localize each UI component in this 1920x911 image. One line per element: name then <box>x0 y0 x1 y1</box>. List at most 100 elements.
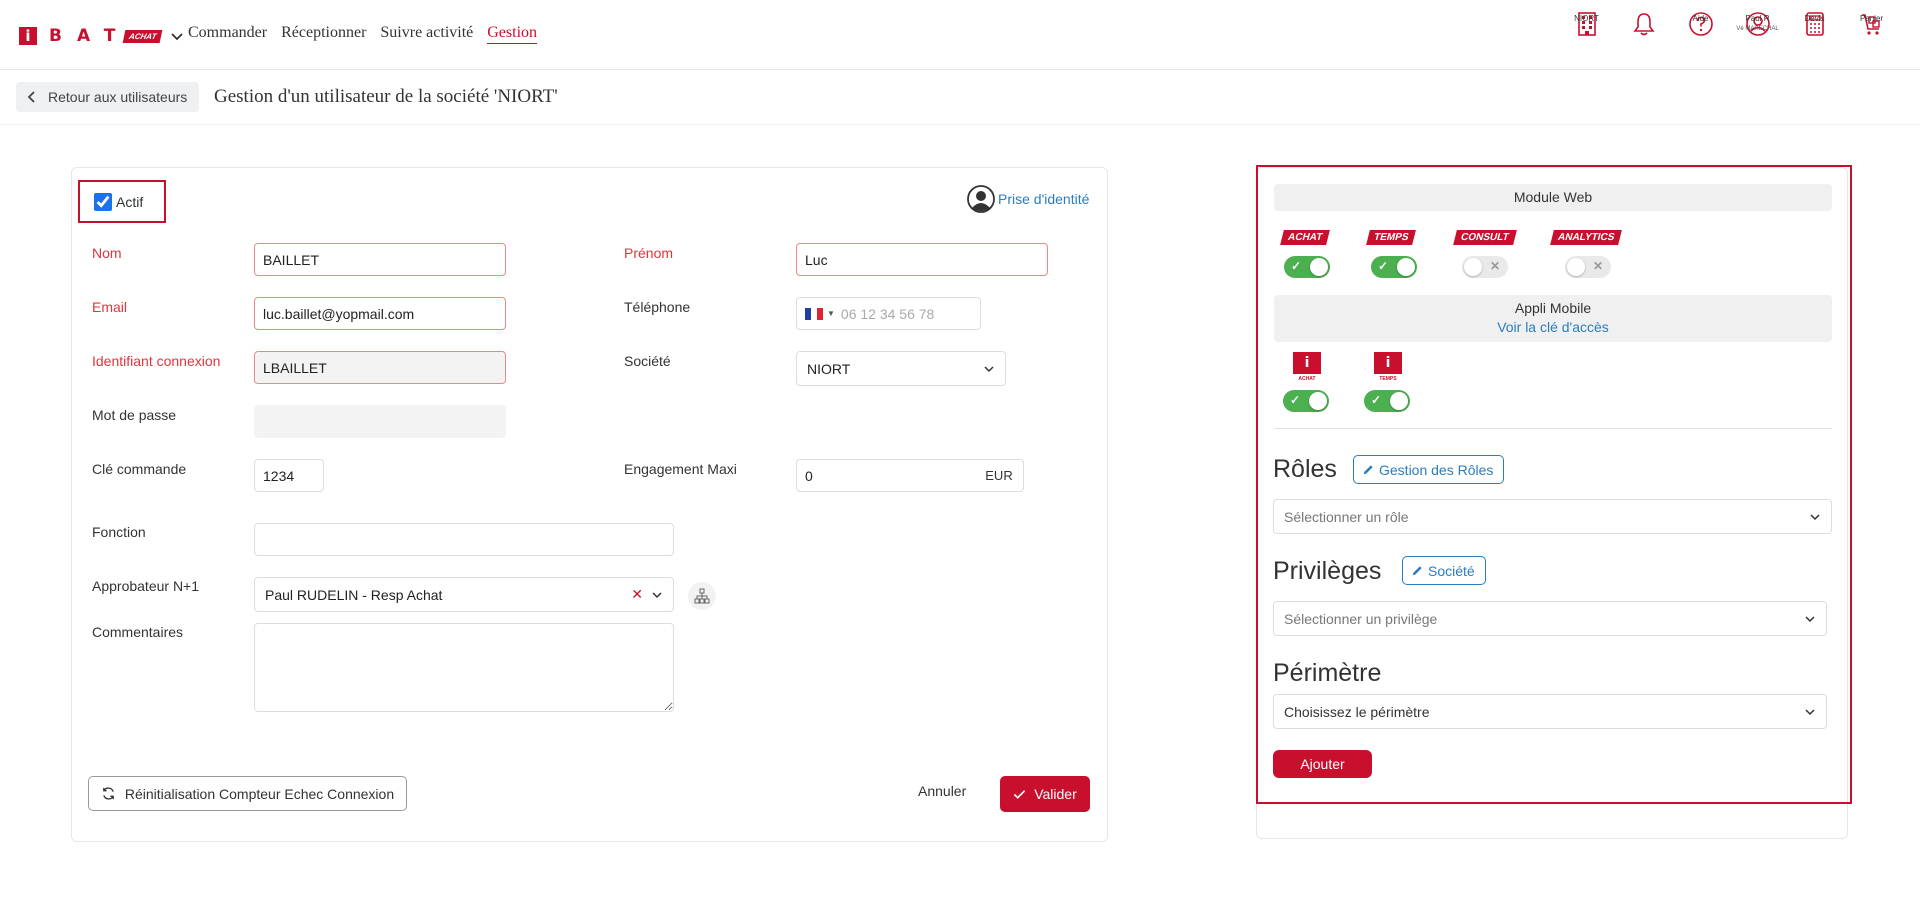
app-temps-logo: i <box>1374 352 1402 374</box>
logo-mark: i <box>19 27 37 45</box>
password-input[interactable] <box>254 405 506 438</box>
sub-header: Retour aux utilisateurs Gestion d'un uti… <box>0 70 1920 125</box>
main-nav: Commander Réceptionner Suivre activité G… <box>188 24 538 44</box>
quotes-button[interactable]: Devis <box>1786 10 1843 38</box>
manage-roles-button[interactable]: Gestion des Rôles <box>1353 455 1505 484</box>
company-button[interactable]: NIORT <box>1558 10 1615 38</box>
access-key-link[interactable]: Voir la clé d'accès <box>1274 319 1832 335</box>
telephone-input[interactable]: ▼ 06 12 34 56 78 <box>796 297 981 330</box>
chevron-down-icon[interactable] <box>170 29 184 43</box>
nav-gestion[interactable]: Gestion <box>487 24 538 44</box>
toggle-knob <box>1567 258 1585 276</box>
module-web-header: Module Web <box>1274 184 1832 211</box>
nom-input[interactable]: BAILLET <box>254 243 506 276</box>
toggle-knob <box>1310 258 1328 276</box>
chevron-down-icon[interactable] <box>651 589 663 601</box>
prenom-input[interactable]: Luc <box>796 243 1048 276</box>
panel-divider <box>1274 428 1832 429</box>
app-temps-toggle[interactable]: ✓ <box>1364 390 1410 412</box>
clear-icon[interactable]: ✕ <box>631 586 643 603</box>
role-select[interactable]: Sélectionner un rôle <box>1273 499 1832 534</box>
approbateur-value: Paul RUDELIN - Resp Achat <box>265 586 443 603</box>
commentaires-textarea[interactable] <box>254 623 674 712</box>
privileges-title: Privilèges <box>1273 557 1382 585</box>
company-privileges-label: Société <box>1428 562 1475 579</box>
notifications-button[interactable] <box>1615 10 1672 38</box>
app-achat-logo: i <box>1293 352 1321 374</box>
privilege-select[interactable]: Sélectionner un privilège <box>1273 601 1827 636</box>
password-label: Mot de passe <box>92 407 177 423</box>
nom-label: Nom <box>92 245 122 261</box>
chevron-down-icon <box>1805 708 1815 715</box>
account-name: Paul R <box>1745 14 1770 23</box>
module-temps-toggle[interactable]: ✓ <box>1371 256 1417 278</box>
pencil-icon <box>1412 566 1422 576</box>
account-button[interactable]: Paul R Vé MARECHAL <box>1729 10 1786 38</box>
reset-login-counter-button[interactable]: Réinitialisation Compteur Echec Connexio… <box>88 776 407 811</box>
actif-label: Actif <box>116 193 144 210</box>
fonction-input[interactable] <box>254 523 674 556</box>
engagement-input[interactable]: 0 <box>796 459 976 492</box>
account-label: Paul R Vé MARECHAL <box>1736 14 1778 34</box>
logo-badge: ACHAT <box>123 29 164 43</box>
header-icons: NIORT Aide Paul R Vé MARECHAL Devis Panie… <box>1558 10 1900 38</box>
back-to-users-button[interactable]: Retour aux utilisateurs <box>16 82 200 112</box>
hierarchy-button[interactable] <box>688 582 716 610</box>
module-consult-toggle[interactable]: ✕ <box>1462 256 1508 278</box>
nav-receptionner[interactable]: Réceptionner <box>281 24 366 44</box>
company-privileges-button[interactable]: Société <box>1402 556 1486 585</box>
check-icon: ✓ <box>1291 259 1302 273</box>
reset-label: Réinitialisation Compteur Echec Connexio… <box>124 785 395 802</box>
account-subtitle: Vé MARECHAL <box>1736 26 1779 32</box>
cancel-button[interactable]: Annuler <box>918 783 966 799</box>
app-achat-icon: i ACHAT <box>1292 352 1322 382</box>
impersonate-link[interactable]: Prise d'identité <box>966 184 1089 214</box>
check-icon: ✓ <box>1378 259 1389 273</box>
telephone-placeholder: 06 12 34 56 78 <box>840 305 935 322</box>
actif-checkbox-group[interactable]: Actif <box>78 180 166 223</box>
chevron-down-icon <box>1810 513 1820 520</box>
manage-roles-label: Gestion des Rôles <box>1379 461 1494 478</box>
help-button[interactable]: Aide <box>1672 10 1729 38</box>
privilege-placeholder: Sélectionner un privilège <box>1284 610 1438 627</box>
nav-suivre-activite[interactable]: Suivre activité <box>380 24 473 44</box>
validate-label: Valider <box>1034 786 1077 802</box>
company-label: NIORT <box>1574 14 1599 23</box>
france-flag-icon[interactable] <box>805 307 823 320</box>
app-temps-caption: TEMPS <box>1379 376 1397 382</box>
actif-checkbox[interactable] <box>94 192 112 211</box>
module-analytics-toggle[interactable]: ✕ <box>1565 256 1611 278</box>
top-bar: i BAT ACHAT Commander Réceptionner Suivr… <box>0 0 1920 70</box>
chevron-down-icon <box>1805 615 1815 622</box>
cle-commande-label: Clé commande <box>92 461 187 477</box>
impersonate-label: Prise d'identité <box>998 191 1090 207</box>
back-label: Retour aux utilisateurs <box>48 89 188 105</box>
cle-commande-input[interactable]: 1234 <box>254 459 324 492</box>
check-icon: ✓ <box>1290 393 1301 407</box>
check-icon: ✓ <box>1371 393 1382 407</box>
page-title: Gestion d'un utilisateur de la société '… <box>214 86 558 107</box>
toggle-knob <box>1464 258 1482 276</box>
appli-mobile-header: Appli Mobile Voir la clé d'accès <box>1274 295 1832 342</box>
approbateur-actions: ✕ <box>631 586 663 603</box>
identifiant-input[interactable]: LBAILLET <box>254 351 506 384</box>
perimetre-title: Périmètre <box>1273 659 1382 687</box>
approbateur-select[interactable]: Paul RUDELIN - Resp Achat ✕ <box>254 577 674 612</box>
societe-select[interactable]: NIORT <box>796 351 1006 386</box>
module-achat-toggle[interactable]: ✓ <box>1284 256 1330 278</box>
app-logo[interactable]: i BAT ACHAT <box>19 26 184 46</box>
add-button[interactable]: Ajouter <box>1273 750 1372 778</box>
toggle-knob <box>1309 392 1327 410</box>
pencil-icon <box>1363 465 1373 475</box>
appli-mobile-title: Appli Mobile <box>1514 300 1592 316</box>
cart-button[interactable]: Panier <box>1843 10 1900 38</box>
caret-down-icon[interactable]: ▼ <box>827 309 835 318</box>
user-circle-icon <box>967 185 995 213</box>
perimetre-select[interactable]: Choisissez le périmètre <box>1273 694 1827 729</box>
app-achat-toggle[interactable]: ✓ <box>1283 390 1329 412</box>
toggle-knob <box>1390 392 1408 410</box>
email-input[interactable]: luc.baillet@yopmail.com <box>254 297 506 330</box>
nav-commander[interactable]: Commander <box>188 24 267 44</box>
module-temps-badge: TEMPS <box>1366 230 1417 245</box>
validate-button[interactable]: Valider <box>1000 776 1090 812</box>
